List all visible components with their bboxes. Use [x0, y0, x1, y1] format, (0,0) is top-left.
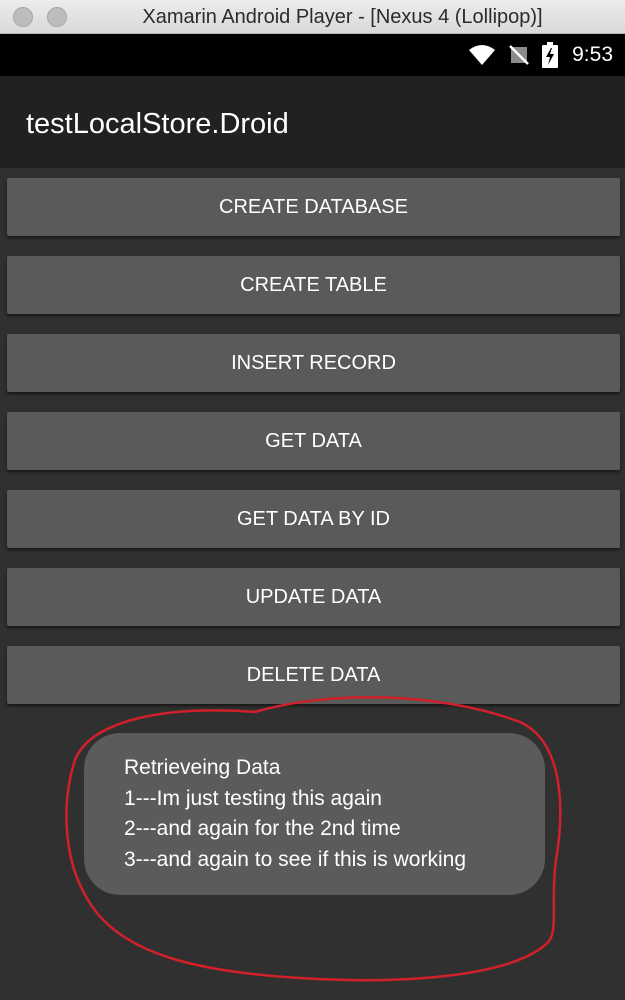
window-titlebar: Xamarin Android Player - [Nexus 4 (Lolli… — [0, 0, 625, 34]
get-data-by-id-button[interactable]: GET DATA BY ID — [7, 490, 620, 548]
insert-record-button[interactable]: INSERT RECORD — [7, 334, 620, 392]
get-data-button[interactable]: GET DATA — [7, 412, 620, 470]
window-title: Xamarin Android Player - [Nexus 4 (Lolli… — [142, 6, 543, 28]
battery-charging-icon — [542, 42, 559, 68]
update-data-button[interactable]: UPDATE DATA — [7, 568, 620, 626]
status-time: 9:53 — [572, 43, 613, 66]
toast-line: Retrieveing Data — [124, 756, 281, 779]
toast-line: 1---Im just testing this again — [124, 786, 382, 810]
delete-data-button[interactable]: DELETE DATA — [7, 646, 620, 704]
toast-line: 2---and again for the 2nd time — [124, 817, 401, 840]
toast-line: 3---and again to see if this is working — [124, 847, 466, 871]
create-table-button[interactable]: CREATE TABLE — [7, 256, 620, 314]
emulator-window: Xamarin Android Player - [Nexus 4 (Lolli… — [0, 0, 625, 1000]
no-signal-icon — [509, 45, 530, 65]
android-status-bar: 9:53 — [0, 34, 625, 76]
app-content: CREATE DATABASE CREATE TABLE INSERT RECO… — [0, 168, 625, 1000]
toast-message: Retrieveing Data 1---Im just testing thi… — [84, 733, 545, 895]
app-title: testLocalStore.Droid — [26, 108, 289, 140]
create-database-button[interactable]: CREATE DATABASE — [7, 178, 620, 236]
wifi-icon — [469, 45, 496, 65]
app-action-bar: testLocalStore.Droid — [0, 76, 625, 168]
